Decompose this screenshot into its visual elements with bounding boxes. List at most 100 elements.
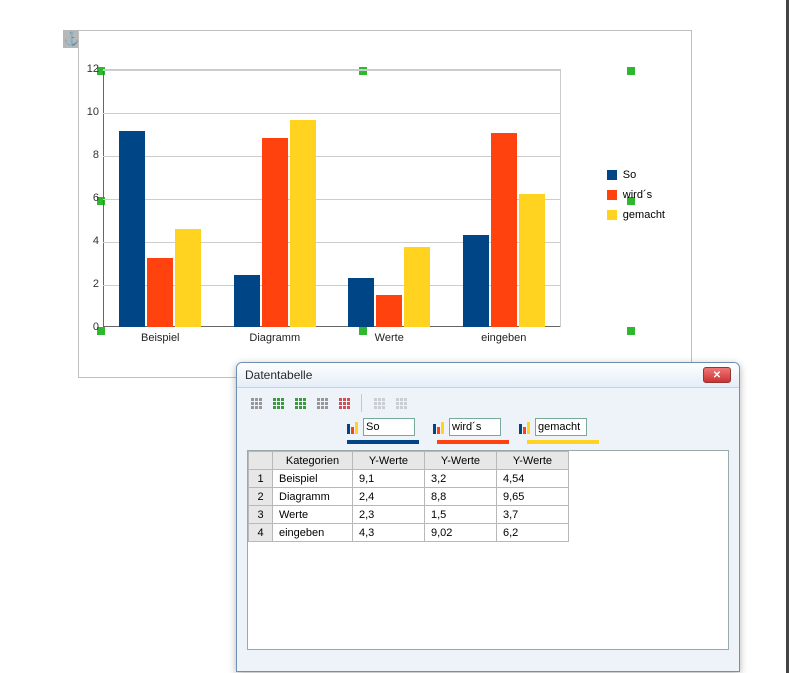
header-row: Kategorien Y-Werte Y-Werte Y-Werte: [249, 452, 728, 470]
bar[interactable]: [147, 258, 173, 327]
value-cell[interactable]: 2,3: [353, 506, 425, 524]
legend-swatch: [607, 210, 617, 220]
category-cell[interactable]: eingeben: [273, 524, 353, 542]
bar[interactable]: [404, 247, 430, 327]
corner-cell: [249, 452, 273, 470]
spacer-cell: [569, 506, 728, 524]
series-name-field[interactable]: [347, 418, 415, 436]
value-cell[interactable]: 1,5: [425, 506, 497, 524]
bar[interactable]: [376, 295, 402, 327]
insert-column-icon[interactable]: [269, 394, 287, 412]
selection-handle[interactable]: [627, 67, 635, 75]
data-table-dialog[interactable]: Datentabelle ✕: [236, 362, 740, 672]
bar[interactable]: [491, 133, 517, 327]
bar[interactable]: [348, 278, 374, 327]
insert-series-icon[interactable]: [291, 394, 309, 412]
grid-line: [103, 113, 560, 114]
move-right-icon: [392, 394, 410, 412]
bar[interactable]: [463, 235, 489, 327]
category-cell[interactable]: Werte: [273, 506, 353, 524]
value-cell[interactable]: 4,3: [353, 524, 425, 542]
bar[interactable]: [519, 194, 545, 327]
category-label: Beispiel: [115, 332, 205, 344]
table-row[interactable]: 2 Diagramm 2,4 8,8 9,65: [249, 488, 728, 506]
legend-label: So: [623, 169, 636, 181]
y-tick-label: 10: [83, 106, 99, 118]
legend-swatch: [607, 190, 617, 200]
series-color-bar: [527, 440, 599, 444]
bar[interactable]: [175, 229, 201, 327]
value-cell[interactable]: 8,8: [425, 488, 497, 506]
series-name-input[interactable]: [449, 418, 501, 436]
bar-chart-icon: [433, 420, 447, 434]
spacer-cell: [569, 452, 728, 470]
bar[interactable]: [234, 275, 260, 327]
value-cell[interactable]: 3,2: [425, 470, 497, 488]
grid-line: [103, 70, 560, 71]
category-cell[interactable]: Diagramm: [273, 488, 353, 506]
row-number: 4: [249, 524, 273, 542]
y-tick-label: 0: [83, 321, 99, 333]
data-grid[interactable]: Kategorien Y-Werte Y-Werte Y-Werte 1 Bei…: [248, 451, 728, 542]
bar-chart-icon: [519, 420, 533, 434]
series-color-row: [237, 440, 739, 450]
row-number: 3: [249, 506, 273, 524]
insert-row-icon[interactable]: [247, 394, 265, 412]
toolbar-separator: [361, 394, 362, 412]
y-tick-label: 4: [83, 235, 99, 247]
series-name-field[interactable]: [519, 418, 587, 436]
legend-swatch: [607, 170, 617, 180]
series-name-field[interactable]: [433, 418, 501, 436]
category-cell[interactable]: Beispiel: [273, 470, 353, 488]
series-name-input[interactable]: [363, 418, 415, 436]
bar[interactable]: [119, 131, 145, 327]
bar-chart-icon: [347, 420, 361, 434]
delete-row-icon[interactable]: [313, 394, 331, 412]
value-cell[interactable]: 2,4: [353, 488, 425, 506]
bar[interactable]: [290, 120, 316, 327]
selection-handle[interactable]: [627, 327, 635, 335]
series-name-input[interactable]: [535, 418, 587, 436]
y-tick-label: 8: [83, 149, 99, 161]
data-grid-container[interactable]: Kategorien Y-Werte Y-Werte Y-Werte 1 Bei…: [247, 450, 729, 650]
spacer-cell: [569, 470, 728, 488]
y-tick-label: 6: [83, 192, 99, 204]
category-label: Diagramm: [230, 332, 320, 344]
row-number: 1: [249, 470, 273, 488]
bar[interactable]: [262, 138, 288, 327]
delete-column-icon[interactable]: [335, 394, 353, 412]
value-cell[interactable]: 4,54: [497, 470, 569, 488]
close-button[interactable]: ✕: [703, 367, 731, 383]
legend-item: gemacht: [607, 209, 665, 221]
legend-label: gemacht: [623, 209, 665, 221]
ywerte-header: Y-Werte: [353, 452, 425, 470]
y-tick-label: 12: [83, 63, 99, 75]
value-cell[interactable]: 9,02: [425, 524, 497, 542]
spacer-cell: [569, 488, 728, 506]
dialog-toolbar: [237, 388, 739, 418]
series-name-row: [237, 418, 739, 440]
legend-label: wird´s: [623, 189, 652, 201]
kategorien-header: Kategorien: [273, 452, 353, 470]
legend: So wird´s gemacht: [607, 169, 665, 229]
close-icon: ✕: [713, 370, 721, 381]
move-left-icon: [370, 394, 388, 412]
row-number: 2: [249, 488, 273, 506]
category-label: Werte: [344, 332, 434, 344]
value-cell[interactable]: 6,2: [497, 524, 569, 542]
table-row[interactable]: 1 Beispiel 9,1 3,2 4,54: [249, 470, 728, 488]
y-tick-label: 2: [83, 278, 99, 290]
legend-item: wird´s: [607, 189, 665, 201]
series-color-bar: [437, 440, 509, 444]
dialog-titlebar[interactable]: Datentabelle ✕: [237, 363, 739, 388]
table-row[interactable]: 4 eingeben 4,3 9,02 6,2: [249, 524, 728, 542]
chart-object[interactable]: 024681012BeispielDiagrammWerteeingeben S…: [78, 30, 692, 378]
plot-area: 024681012BeispielDiagrammWerteeingeben: [103, 69, 561, 327]
category-label: eingeben: [459, 332, 549, 344]
value-cell[interactable]: 9,65: [497, 488, 569, 506]
ywerte-header: Y-Werte: [425, 452, 497, 470]
table-row[interactable]: 3 Werte 2,3 1,5 3,7: [249, 506, 728, 524]
value-cell[interactable]: 9,1: [353, 470, 425, 488]
ywerte-header: Y-Werte: [497, 452, 569, 470]
value-cell[interactable]: 3,7: [497, 506, 569, 524]
